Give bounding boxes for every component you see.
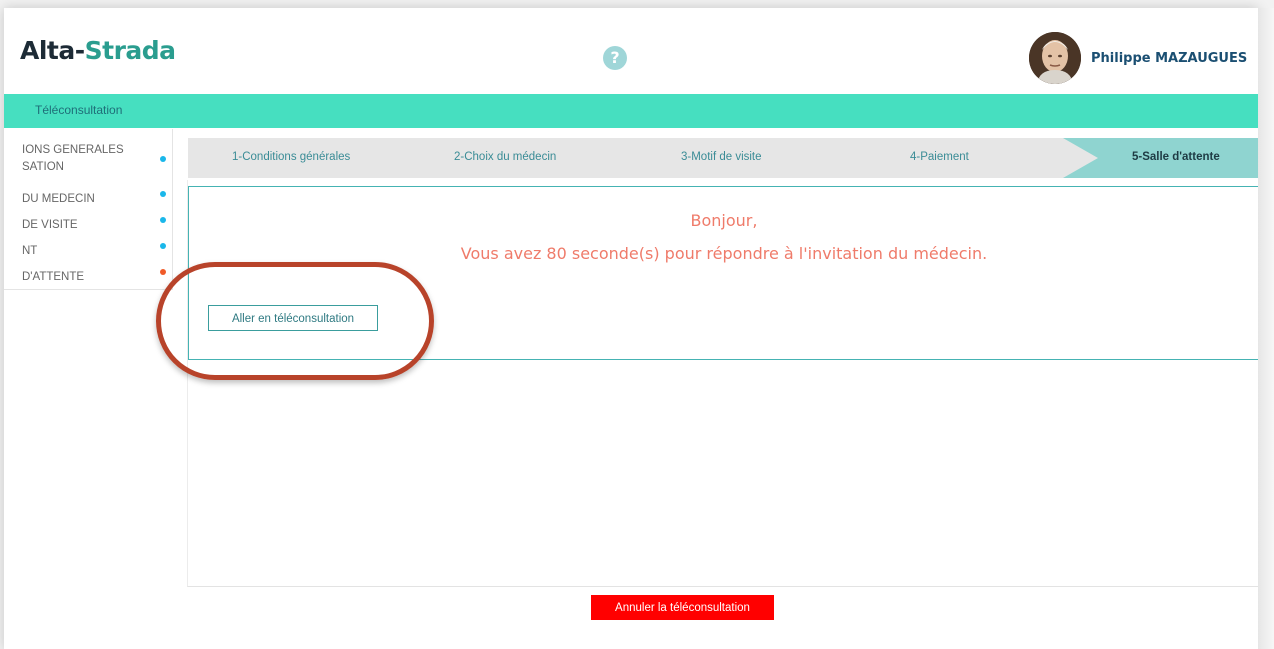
status-dot [160,191,166,197]
sidebar: IONS GENERALES SATION DU MEDECIN DE VISIT… [4,129,173,290]
step-choix-medecin[interactable]: 2-Choix du médecin [454,151,556,163]
status-dot [160,217,166,223]
question-circle-icon[interactable]: ? [603,46,627,70]
avatar-photo-icon [1029,32,1081,84]
greeting-text: Bonjour, [690,211,758,230]
step-paiement[interactable]: 4-Paiement [910,151,969,163]
sidebar-item-label: NT [22,245,38,257]
progress-stepper: 1-Conditions générales 2-Choix du médeci… [188,138,1258,178]
step-motif-visite[interactable]: 3-Motif de visite [681,151,762,163]
step-conditions[interactable]: 1-Conditions générales [232,151,350,163]
breadcrumb[interactable]: Téléconsultation [35,103,122,117]
step-salle-attente[interactable]: 5-Salle d'attente [1132,151,1220,163]
status-dot [160,156,166,162]
go-to-teleconsultation-button[interactable]: Aller en téléconsultation [208,305,378,331]
sidebar-item-label: IONS GENERALES SATION [22,144,124,173]
logo-text-part2: Strada [84,36,176,65]
sidebar-item-label: DE VISITE [22,219,78,231]
app-logo[interactable]: Alta-Strada [20,36,176,65]
user-name[interactable]: Philippe MAZAUGUES [1091,51,1247,66]
avatar[interactable] [1029,32,1081,84]
status-dot [160,243,166,249]
top-navigation-bar: Téléconsultation [4,94,1258,128]
status-dot [160,269,166,275]
window-edge [1258,8,1274,649]
cancel-teleconsultation-button[interactable]: Annuler la téléconsultation [591,595,774,620]
logo-text-part1: Alta- [20,36,85,65]
app-window: Alta-Strada ? Philippe MAZAUGUES Télécon… [4,8,1258,649]
sidebar-item-label: D'ATTENTE [22,271,85,283]
invitation-text: Vous avez 80 seconde(s) pour répondre à … [460,244,988,263]
sidebar-item-label: DU MEDECIN [22,193,95,205]
